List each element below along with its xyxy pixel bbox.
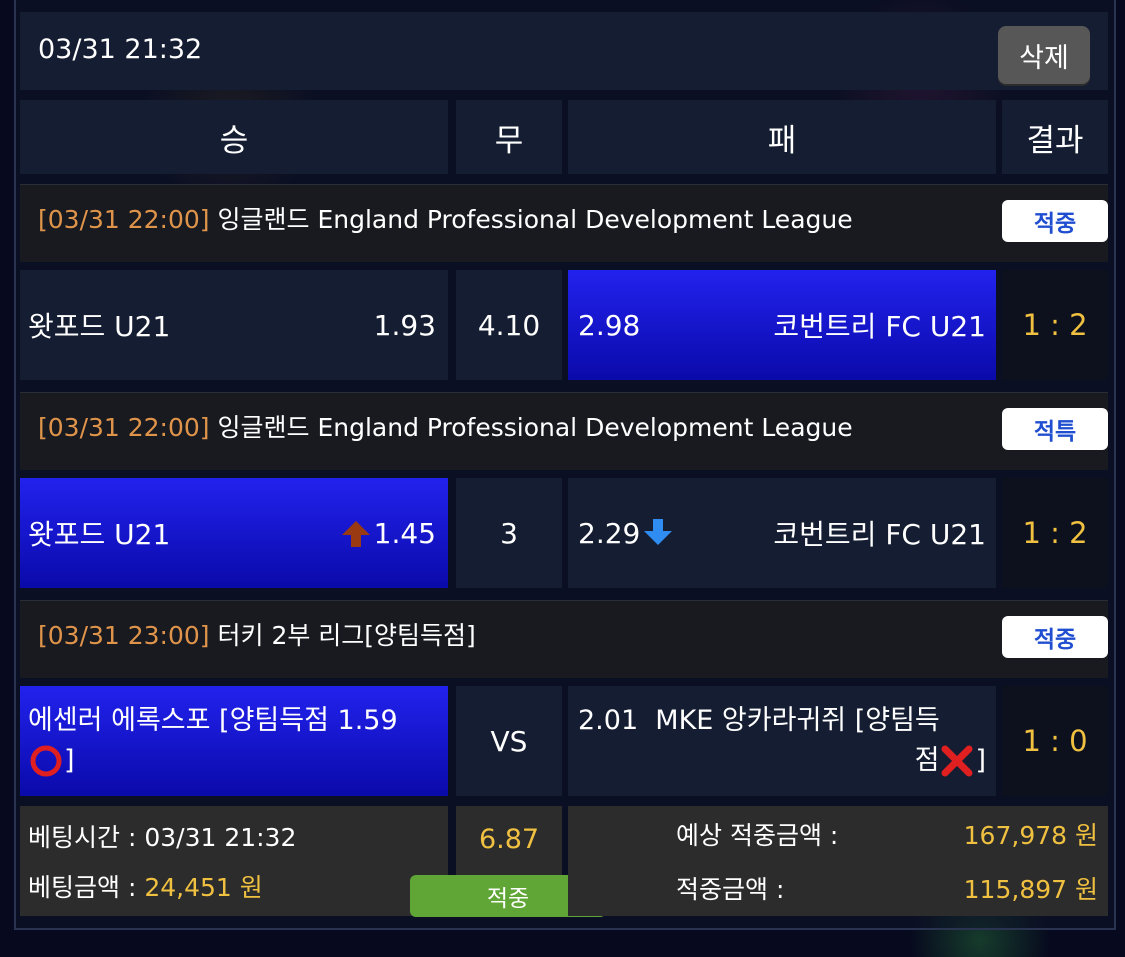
- odds-up-arrow-icon: [341, 521, 370, 547]
- bet-amount-value: 24,451 원: [144, 873, 263, 902]
- home-odds: 1.93: [373, 308, 436, 342]
- away-odds-cell-selected[interactable]: 2.98 코번트리 FC U21: [568, 270, 996, 380]
- expected-amount: 167,978 원: [963, 821, 1098, 850]
- vs-cell: VS: [456, 686, 562, 796]
- away-team-line-2: 점 ]: [578, 741, 986, 781]
- column-header-draw: 무: [456, 100, 562, 174]
- draw-odds-cell[interactable]: 3: [456, 478, 562, 588]
- away-team-suffix: 점: [914, 745, 940, 776]
- home-odds-cell-selected[interactable]: 왓포드 U21 1.45: [20, 478, 448, 588]
- won-label: 적중금액 :: [676, 875, 785, 904]
- draw-odds: 4.10: [477, 308, 541, 342]
- column-header-loss: 패: [568, 100, 996, 174]
- away-team: 코번트리 FC U21: [773, 310, 986, 343]
- draw-odds: 3: [500, 516, 518, 550]
- cross-wrong-icon: [941, 745, 973, 777]
- match-score: 1 : 2: [1002, 478, 1108, 588]
- bet-amount-row: 베팅금액 : 24,451 원: [28, 868, 263, 904]
- home-odds-group: 1.45: [340, 517, 436, 550]
- odds-down-arrow-icon: [644, 519, 673, 545]
- away-odds: 2.29: [578, 516, 641, 550]
- away-odds: 2.98: [578, 308, 641, 342]
- column-header-win: 승: [20, 100, 448, 174]
- bet-time-row: 베팅시간 : 03/31 21:32: [28, 818, 296, 854]
- column-header-result: 결과: [1002, 100, 1108, 174]
- bet-time-value: 03/31 21:32: [144, 823, 297, 852]
- league-label: [03/31 23:00] 터키 2부 리그[양팀득점]: [38, 618, 476, 654]
- home-team-line: 에센러 에록스포 [양팀득점 1.59: [28, 705, 398, 736]
- match-score: 1 : 0: [1002, 686, 1108, 796]
- result-tag: 적중: [1002, 616, 1108, 658]
- total-odds: 6.87: [478, 824, 540, 855]
- result-tag: 적특: [1002, 408, 1108, 450]
- league-name: 잉글랜드 England Professional Development Le…: [217, 205, 853, 234]
- away-odds-cell[interactable]: 2.29 코번트리 FC U21: [568, 478, 996, 588]
- expected-label: 예상 적중금액 :: [676, 821, 839, 850]
- draw-odds-cell[interactable]: 4.10: [456, 270, 562, 380]
- bet-info-panel: 베팅시간 : 03/31 21:32 베팅금액 : 24,451 원: [20, 806, 448, 916]
- vs-label: VS: [490, 724, 528, 758]
- match-time: [03/31 22:00]: [38, 413, 210, 442]
- payout-panel: 예상 적중금액 : 167,978 원 적중금액 : 115,897 원: [568, 806, 1108, 916]
- header-datetime: 03/31 21:32: [38, 34, 203, 65]
- home-team: 왓포드 U21: [28, 518, 171, 551]
- match-time: [03/31 23:00]: [38, 621, 210, 650]
- match-time: [03/31 22:00]: [38, 205, 210, 234]
- home-team-line-2: ]: [28, 741, 75, 781]
- away-team-bracket: ]: [975, 745, 986, 776]
- match-score: 1 : 2: [1002, 270, 1108, 380]
- away-odds-group: 2.29: [578, 517, 674, 550]
- league-label: [03/31 22:00] 잉글랜드 England Professional …: [38, 202, 853, 238]
- won-row: 적중금액 : 115,897 원: [676, 870, 1098, 906]
- league-name: 잉글랜드 England Professional Development Le…: [217, 413, 853, 442]
- bet-amount-label: 베팅금액 :: [28, 873, 145, 902]
- league-label: [03/31 22:00] 잉글랜드 England Professional …: [38, 410, 853, 446]
- league-name: 터키 2부 리그[양팀득점]: [217, 621, 476, 650]
- home-team-bracket: ]: [64, 745, 75, 776]
- home-odds-cell[interactable]: 왓포드 U21 1.93: [20, 270, 448, 380]
- expected-row: 예상 적중금액 : 167,978 원: [676, 816, 1098, 852]
- delete-button[interactable]: 삭제: [998, 26, 1090, 84]
- home-team: 왓포드 U21: [28, 310, 171, 343]
- bet-time-label: 베팅시간 :: [28, 823, 145, 852]
- home-odds: 1.45: [373, 516, 436, 550]
- home-odds-cell-selected[interactable]: 에센러 에록스포 [양팀득점 1.59 ]: [20, 686, 448, 796]
- away-team: 코번트리 FC U21: [773, 518, 986, 551]
- away-odds-cell[interactable]: 2.01 MKE 앙카라귀쥐 [양팀득 점 ]: [568, 686, 996, 796]
- result-tag: 적중: [1002, 200, 1108, 242]
- won-amount: 115,897 원: [963, 875, 1098, 904]
- circle-correct-icon: [30, 745, 62, 777]
- away-team-line: 2.01 MKE 앙카라귀쥐 [양팀득: [578, 705, 940, 736]
